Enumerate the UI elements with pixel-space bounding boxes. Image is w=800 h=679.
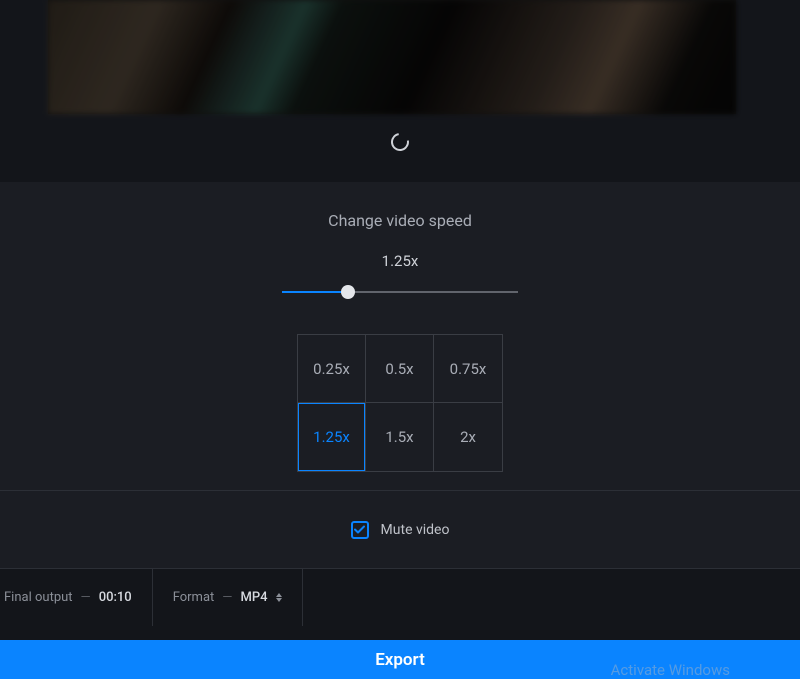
dash-separator: —: [81, 590, 91, 605]
speed-slider[interactable]: [282, 284, 518, 300]
format-select[interactable]: MP4: [240, 590, 281, 605]
final-output-label: Final output: [4, 590, 73, 605]
slider-fill: [282, 291, 348, 293]
format-label: Format: [173, 590, 215, 605]
format-cell: Format — MP4: [153, 569, 303, 626]
format-value: MP4: [240, 590, 267, 605]
loading-spinner-row: [0, 125, 800, 159]
speed-option-1-25x[interactable]: 1.25x: [298, 403, 366, 471]
mute-label: Mute video: [381, 522, 450, 538]
speed-current-value: 1.25x: [382, 252, 419, 270]
status-bar: Final output — 00:10 Format — MP4: [0, 568, 800, 626]
video-frame: [48, 0, 736, 114]
speed-option-0-25x[interactable]: 0.25x: [298, 335, 366, 403]
speed-option-0-5x[interactable]: 0.5x: [366, 335, 434, 403]
mute-checkbox[interactable]: [351, 521, 369, 539]
check-icon: [354, 525, 365, 534]
export-button[interactable]: Export: [0, 640, 800, 679]
loading-spinner-icon: [387, 129, 412, 154]
select-arrows-icon: [276, 593, 282, 602]
speed-option-0-75x[interactable]: 0.75x: [434, 335, 502, 403]
speed-panel-title: Change video speed: [328, 211, 472, 230]
export-label: Export: [375, 650, 425, 670]
final-output-cell: Final output — 00:10: [0, 569, 153, 626]
speed-options-grid: 0.25x0.5x0.75x 1.25x1.5x2x: [297, 334, 503, 472]
mute-row: Mute video: [0, 490, 800, 568]
final-output-value: 00:10: [99, 590, 132, 605]
slider-thumb[interactable]: [341, 285, 355, 299]
speed-option-2x[interactable]: 2x: [434, 403, 502, 471]
video-preview[interactable]: [48, 0, 736, 114]
speed-panel: Change video speed 1.25x 0.25x0.5x0.75x1…: [0, 182, 800, 490]
speed-option-1-5x[interactable]: 1.5x: [366, 403, 434, 471]
dash-separator: —: [222, 590, 232, 605]
